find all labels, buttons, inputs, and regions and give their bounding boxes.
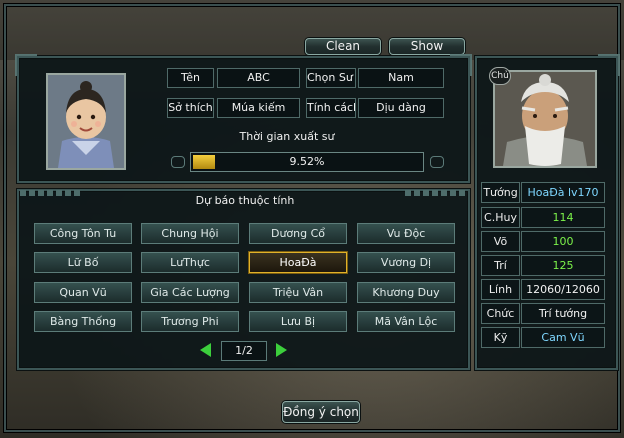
student-avatar-icon bbox=[48, 75, 124, 168]
name-label: Tên bbox=[167, 68, 214, 88]
stat-value: 114 bbox=[521, 207, 605, 228]
stat-value: 12060/12060 bbox=[521, 279, 605, 300]
general-option-button[interactable]: Triệu Vân bbox=[249, 282, 347, 303]
general-option-button[interactable]: Lưu Bị bbox=[249, 311, 347, 332]
hobby-label: Sở thích bbox=[167, 98, 214, 118]
progress-bar: 9.52% bbox=[190, 152, 424, 172]
show-button[interactable]: Show bbox=[389, 38, 465, 55]
corner-ornament bbox=[15, 54, 37, 76]
stat-value: 100 bbox=[521, 231, 605, 252]
personality-label: Tính cách bbox=[306, 98, 356, 118]
progress-title: Thời gian xuất sư bbox=[239, 130, 335, 143]
general-option-button[interactable]: Dương Cổ bbox=[249, 223, 347, 244]
general-option-button[interactable]: Gia Các Lượng bbox=[141, 282, 239, 303]
general-option-button[interactable]: Quan Vũ bbox=[34, 282, 132, 303]
general-option-button[interactable]: Vương Dị bbox=[357, 252, 455, 273]
teacher-portrait bbox=[493, 70, 597, 168]
stat-label: Chức bbox=[481, 303, 520, 324]
ornament bbox=[20, 190, 80, 196]
progress-left-cap-icon bbox=[171, 156, 185, 168]
prev-page-icon[interactable] bbox=[200, 343, 211, 357]
choose-value[interactable]: Nam bbox=[358, 68, 444, 88]
stat-value: Cam Vũ bbox=[521, 327, 605, 348]
general-option-button[interactable]: Trương Phi bbox=[141, 311, 239, 332]
general-option-button[interactable]: LưThực bbox=[141, 252, 239, 273]
progress-right-cap-icon bbox=[430, 156, 444, 168]
teacher-avatar-icon bbox=[495, 72, 595, 166]
general-option-button[interactable]: Bàng Thống bbox=[34, 311, 132, 332]
stat-label: C.Huy bbox=[481, 207, 520, 228]
general-option-button[interactable]: Mã Vân Lộc bbox=[357, 311, 455, 332]
name-value: ABC bbox=[217, 68, 300, 88]
personality-value: Dịu dàng bbox=[358, 98, 444, 118]
general-option-button[interactable]: HoaĐà bbox=[249, 252, 347, 273]
hobby-value: Múa kiếm bbox=[217, 98, 300, 118]
stat-label: Tướng bbox=[481, 182, 520, 203]
progress-text: 9.52% bbox=[289, 155, 325, 168]
forecast-title: Dự báo thuộc tính bbox=[195, 194, 295, 207]
ornament bbox=[405, 190, 465, 196]
stat-label: Trí bbox=[481, 255, 520, 276]
stat-value: Trí tướng bbox=[521, 303, 605, 324]
stat-label: Lính bbox=[481, 279, 520, 300]
stat-value: 125 bbox=[521, 255, 605, 276]
general-option-button[interactable]: Vu Độc bbox=[357, 223, 455, 244]
stat-value: HoaĐà lv170 bbox=[521, 182, 605, 203]
student-portrait bbox=[46, 73, 126, 170]
stat-label: Võ bbox=[481, 231, 520, 252]
general-option-button[interactable]: Công Tôn Tu bbox=[34, 223, 132, 244]
general-option-button[interactable]: Lữ Bố bbox=[34, 252, 132, 273]
general-option-button[interactable]: Chung Hội bbox=[141, 223, 239, 244]
stat-label: Kỹ bbox=[481, 327, 520, 348]
choose-label: Chọn Sư P bbox=[306, 68, 356, 88]
teacher-badge: Chủ bbox=[489, 67, 511, 85]
corner-ornament bbox=[598, 54, 620, 76]
corner-ornament bbox=[450, 54, 472, 76]
page-indicator: 1/2 bbox=[221, 341, 267, 361]
clean-button[interactable]: Clean bbox=[305, 38, 381, 55]
confirm-select-button[interactable]: Đồng ý chọn bbox=[282, 401, 360, 423]
next-page-icon[interactable] bbox=[276, 343, 287, 357]
general-option-button[interactable]: Khương Duy bbox=[357, 282, 455, 303]
